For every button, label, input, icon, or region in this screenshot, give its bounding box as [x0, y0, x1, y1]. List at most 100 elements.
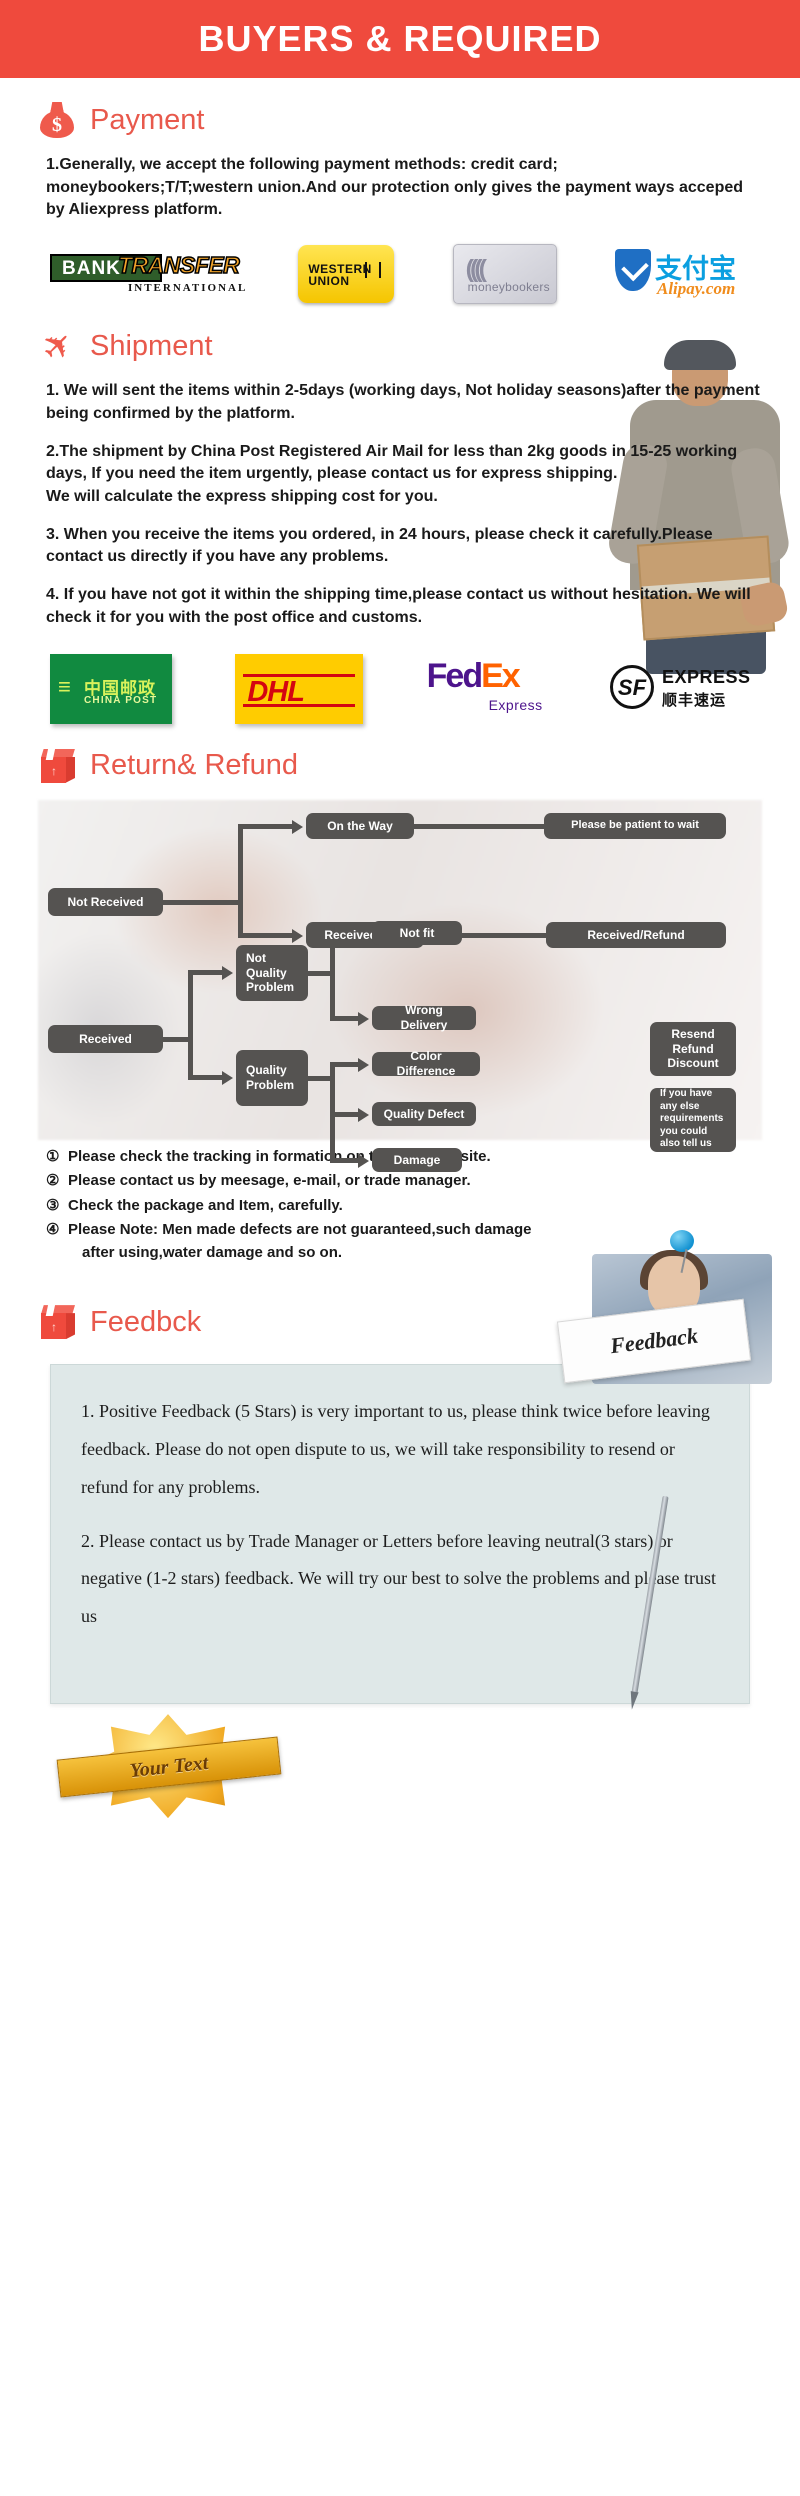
bank-transfer-word-international: INTERNATIONAL	[128, 282, 248, 295]
return-box-icon: ↑	[38, 746, 78, 786]
list-number: ③	[46, 1196, 60, 1214]
feedback-paragraph-2: 2. Please contact us by Trade Manager or…	[81, 1530, 717, 1627]
shipment-body: 1. We will sent the items within 2-5days…	[38, 380, 762, 629]
feedback-title: Feedbck	[90, 1305, 202, 1338]
western-union-line2: UNION	[308, 274, 350, 289]
page-title: BUYERS & REQUIRED	[198, 18, 602, 59]
list-text: Please contact us by meesage, e-mail, or…	[68, 1172, 471, 1190]
flow-arrow	[222, 965, 233, 980]
flow-connector	[330, 1111, 360, 1117]
feedback-photo: Feedback	[552, 1230, 772, 1386]
flow-connector	[330, 1061, 360, 1067]
flow-node-not-quality-problem: Not Quality Problem	[236, 944, 308, 1001]
badge-text: Your Text	[128, 1751, 210, 1782]
fedex-sub-express: Express	[488, 696, 543, 713]
payment-logo-row: BANK TRANSFER INTERNATIONAL WESTERN UNIO…	[38, 244, 762, 305]
shipment-paragraph-3: 3. When you receive the items you ordere…	[46, 525, 713, 566]
flow-arrow	[358, 1153, 369, 1168]
feedback-section: ↑ Feedbck Feedback 1. Positive Feedback …	[0, 1230, 800, 1822]
feedback-card-text: Feedback	[608, 1322, 700, 1359]
flow-node-quality-problem: Quality Problem	[236, 1049, 308, 1106]
shipment-section: ✈ Shipment 1. We will sent the items wit…	[0, 320, 800, 724]
sf-express-chinese: 顺丰速运	[661, 690, 726, 709]
pushpin-icon	[670, 1230, 696, 1274]
moneybookers-logo: (((( moneybookers	[452, 244, 557, 305]
payment-section: $ Payment 1.Generally, we accept the fol…	[0, 100, 800, 305]
flow-arrow	[292, 928, 303, 943]
western-union-logo: WESTERN UNION	[298, 245, 395, 304]
feedback-paragraph-1: 1. Positive Feedback (5 Stars) is very i…	[81, 1401, 710, 1497]
alipay-domain: Alipay.com	[656, 279, 736, 299]
money-bag-icon: $	[38, 100, 78, 140]
flow-node-quality-defect: Quality Defect	[372, 1101, 476, 1126]
list-item: ② Please contact us by meesage, e-mail, o…	[46, 1170, 762, 1193]
flow-arrow	[222, 1070, 233, 1085]
shipment-paragraph-2: 2.The shipment by China Post Registered …	[46, 442, 738, 506]
china-post-logo: ≡ 中国邮政 CHINA POST	[50, 653, 172, 724]
list-number: ②	[46, 1172, 60, 1190]
fedex-word-ex: Ex	[481, 656, 521, 695]
sf-circle-mark: SF	[609, 664, 654, 709]
shipment-paragraph-1: 1. We will sent the items within 2-5days…	[46, 382, 760, 422]
flow-connector	[188, 969, 224, 975]
flow-connector	[238, 823, 243, 938]
flow-connector	[330, 1157, 360, 1163]
flow-node-wrong-delivery: Wrong Delivery	[372, 1003, 476, 1032]
china-post-mark-icon: ≡	[58, 673, 71, 699]
return-heading: ↑ Return& Refund	[38, 746, 762, 786]
list-text: Check the package and Item, carefully.	[68, 1196, 343, 1214]
shipment-paragraph-4: 4. If you have not got it within the shi…	[46, 586, 751, 626]
flow-node-damage: Damage	[372, 1147, 462, 1172]
list-number: ①	[46, 1147, 60, 1165]
flow-node-else-requirements: If you have any else requirements you co…	[650, 1087, 736, 1152]
sf-express-english: EXPRESS	[661, 666, 751, 687]
flow-connector	[238, 823, 294, 829]
list-text: Please Note: Men made defects are not gu…	[68, 1221, 532, 1239]
shield-check-icon	[614, 249, 651, 292]
feedback-text-box: 1. Positive Feedback (5 Stars) is very i…	[50, 1364, 750, 1705]
shipment-heading: ✈ Shipment	[32, 320, 762, 371]
flow-connector	[414, 823, 544, 829]
airplane-icon: ✈	[32, 320, 83, 371]
flow-arrow	[292, 819, 303, 834]
western-union-bars-icon	[365, 262, 382, 279]
flow-node-color-difference: Color Difference	[372, 1049, 480, 1078]
dhl-logo: DHL	[235, 653, 364, 724]
list-number: ④	[46, 1221, 60, 1239]
page-header: BUYERS & REQUIRED	[0, 0, 800, 78]
policy-banner-page: BUYERS & REQUIRED $ Payment 1.Generally,…	[0, 0, 800, 2496]
flow-connector	[330, 1015, 360, 1021]
list-item: ③ Check the package and Item, carefully.	[46, 1195, 762, 1218]
sf-express-logo: SF EXPRESS 顺丰速运	[609, 661, 751, 717]
moneybookers-label: moneybookers	[467, 280, 550, 295]
bank-transfer-logo: BANK TRANSFER INTERNATIONAL	[50, 250, 245, 298]
flow-node-not-fit: Not fit	[372, 920, 462, 945]
shipment-title: Shipment	[90, 329, 213, 362]
flow-connector	[238, 932, 294, 938]
return-title: Return& Refund	[90, 749, 298, 782]
return-flowchart: Not Received On the Way Please be patien…	[38, 799, 762, 1172]
feedback-box-icon: ↑	[38, 1302, 78, 1342]
flow-arrow	[358, 1107, 369, 1122]
flow-node-not-received: Not Received	[48, 887, 163, 916]
flow-node-on-the-way: On the Way	[306, 812, 414, 839]
fedex-logo: FedEx Express	[427, 657, 547, 721]
flow-arrow	[358, 1011, 369, 1026]
flow-connector	[188, 969, 193, 1080]
flow-connector	[188, 1074, 224, 1080]
fedex-word-fed: Fed	[426, 656, 483, 695]
flow-connector	[163, 899, 243, 905]
payment-body: 1.Generally, we accept the following pay…	[38, 154, 762, 222]
flow-node-received: Received	[48, 1024, 163, 1053]
bottom-badge: Your Text	[38, 1710, 762, 1822]
flow-node-received-refund: Received/Refund	[546, 921, 726, 948]
carrier-logo-row: ≡ 中国邮政 CHINA POST DHL FedEx Express SF E…	[38, 653, 762, 724]
bank-transfer-word-transfer: TRANSFER	[117, 251, 240, 279]
china-post-english: CHINA POST	[84, 694, 158, 706]
flow-node-resend-refund-discount: Resend Refund Discount	[650, 1021, 736, 1076]
alipay-logo: 支付宝 Alipay.com	[614, 247, 750, 301]
payment-title: Payment	[90, 103, 205, 136]
payment-heading: $ Payment	[38, 100, 762, 140]
flow-node-be-patient: Please be patient to wait	[544, 812, 726, 839]
flow-arrow	[358, 1057, 369, 1072]
